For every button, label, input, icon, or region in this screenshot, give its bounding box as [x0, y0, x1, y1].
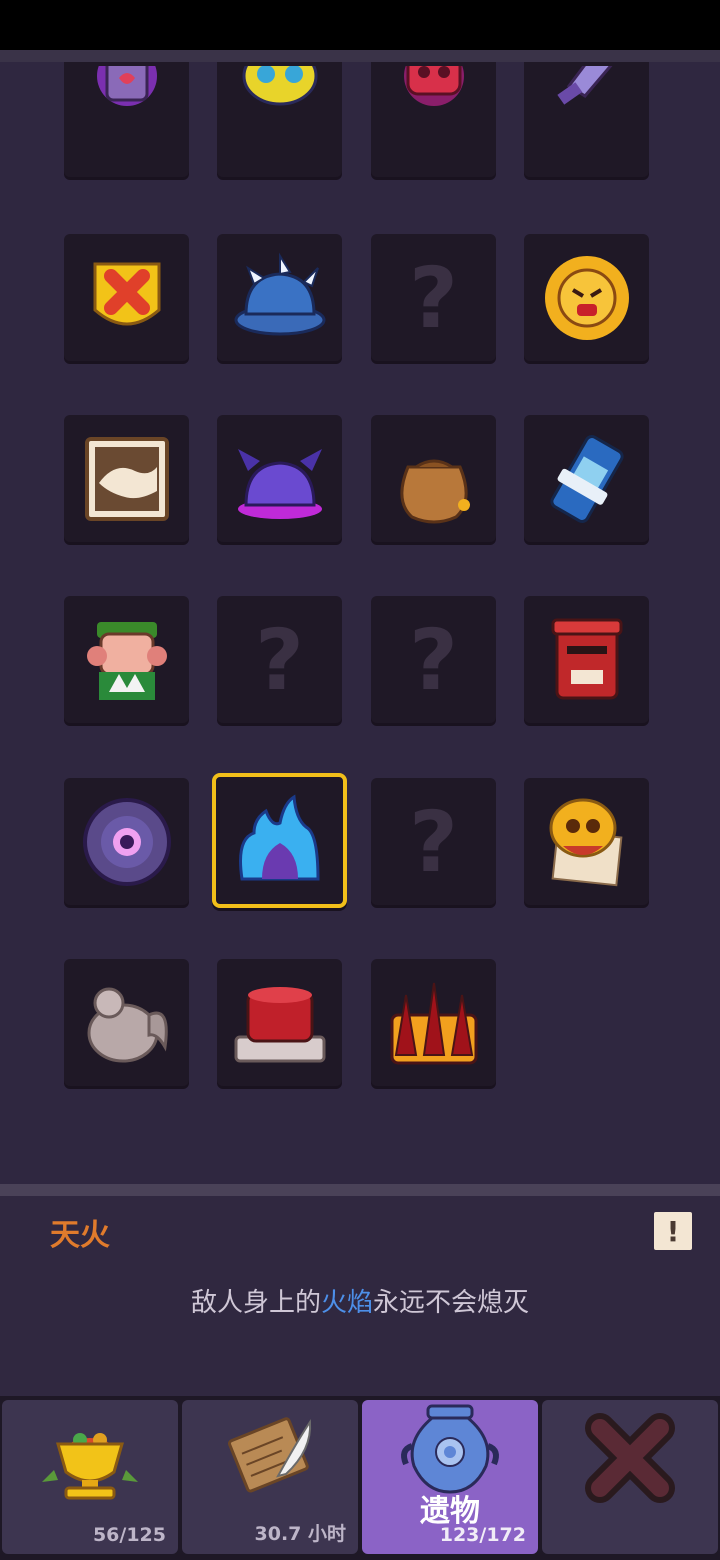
blue-flame-icon: [238, 793, 320, 880]
relic-tile[interactable]: [64, 62, 189, 177]
relic-tile[interactable]: [64, 415, 189, 542]
relic-tile[interactable]: [64, 234, 189, 361]
red-x-shield-icon: [93, 262, 160, 325]
description-text-before: 敌人身上的: [190, 1288, 321, 1318]
purple-doll-icon: [96, 65, 157, 106]
blue-mask-icon: [242, 65, 317, 105]
purple-sword-icon: [556, 65, 612, 105]
relic-tile[interactable]: ?: [371, 234, 496, 361]
relic-tile[interactable]: [217, 234, 342, 361]
relic-tile[interactable]: [371, 415, 496, 542]
relic-description: 敌人身上的火焰永远不会熄灭: [0, 1282, 720, 1319]
relic-tile[interactable]: [217, 959, 342, 1086]
relic-tile[interactable]: ?: [371, 596, 496, 723]
relic-tile[interactable]: ?: [371, 778, 496, 905]
relic-tile[interactable]: ?: [217, 596, 342, 723]
alert-icon[interactable]: !: [654, 1212, 692, 1250]
coin-sack-icon: [400, 459, 470, 523]
relic-tile[interactable]: [64, 596, 189, 723]
red-skull-face-icon: [403, 65, 464, 106]
purple-bat-hat-icon: [237, 448, 322, 519]
relic-tile[interactable]: [212, 773, 347, 908]
bottom-tab-bar: 56/125 30.7 小时 遗物 123/172: [0, 1396, 720, 1560]
tab-count: 56/125: [92, 1524, 166, 1546]
blue-phone-icon: [549, 434, 624, 523]
tab-achievements[interactable]: 56/125: [2, 1400, 178, 1554]
relic-title: 天火: [50, 1218, 110, 1253]
purple-eye-medallion-icon: [82, 797, 171, 886]
relic-grid[interactable]: ????: [0, 62, 720, 1184]
angry-farmer-icon: [86, 621, 167, 700]
relic-tile[interactable]: [524, 415, 649, 542]
tab-playtime[interactable]: 30.7 小时: [182, 1400, 358, 1554]
question-mark-icon: ?: [409, 792, 458, 891]
spiked-blue-helmet-icon: [234, 252, 325, 335]
description-highlight: 火焰: [320, 1288, 373, 1318]
tab-relics[interactable]: 遗物 123/172: [362, 1400, 538, 1554]
red-button-icon: [234, 986, 325, 1062]
close-icon: [585, 1413, 675, 1503]
relic-tile[interactable]: [524, 234, 649, 361]
description-text-after: 永远不会熄灭: [373, 1288, 530, 1318]
panel-divider: [0, 1184, 720, 1196]
relic-info-panel: 天火 ! 敌人身上的火焰永远不会熄灭: [0, 1196, 720, 1396]
relic-tile[interactable]: [217, 62, 342, 177]
question-mark-icon: ?: [409, 610, 458, 709]
skull-scroll-icon: [549, 798, 622, 886]
status-bar: [0, 0, 720, 50]
handshake-card-icon: [84, 436, 169, 521]
tab-count: 123/172: [439, 1524, 526, 1546]
relic-tile[interactable]: [524, 778, 649, 905]
tab-count: 30.7 小时: [254, 1523, 347, 1545]
relic-tile[interactable]: [217, 415, 342, 542]
relic-tile[interactable]: [524, 596, 649, 723]
top-frame-edge: [0, 50, 720, 62]
bloody-spikes-icon: [390, 982, 477, 1064]
angry-sun-icon: [544, 255, 629, 340]
question-mark-icon: ?: [409, 248, 458, 347]
relic-tile[interactable]: [371, 62, 496, 177]
relic-tile[interactable]: [524, 62, 649, 177]
red-mailbox-icon: [551, 618, 622, 699]
relic-tile[interactable]: [64, 959, 189, 1086]
relic-tile[interactable]: [371, 959, 496, 1086]
question-mark-icon: ?: [255, 610, 304, 709]
tab-close[interactable]: [542, 1400, 718, 1554]
relic-tile[interactable]: [64, 778, 189, 905]
stone-rooster-icon: [87, 987, 168, 1062]
